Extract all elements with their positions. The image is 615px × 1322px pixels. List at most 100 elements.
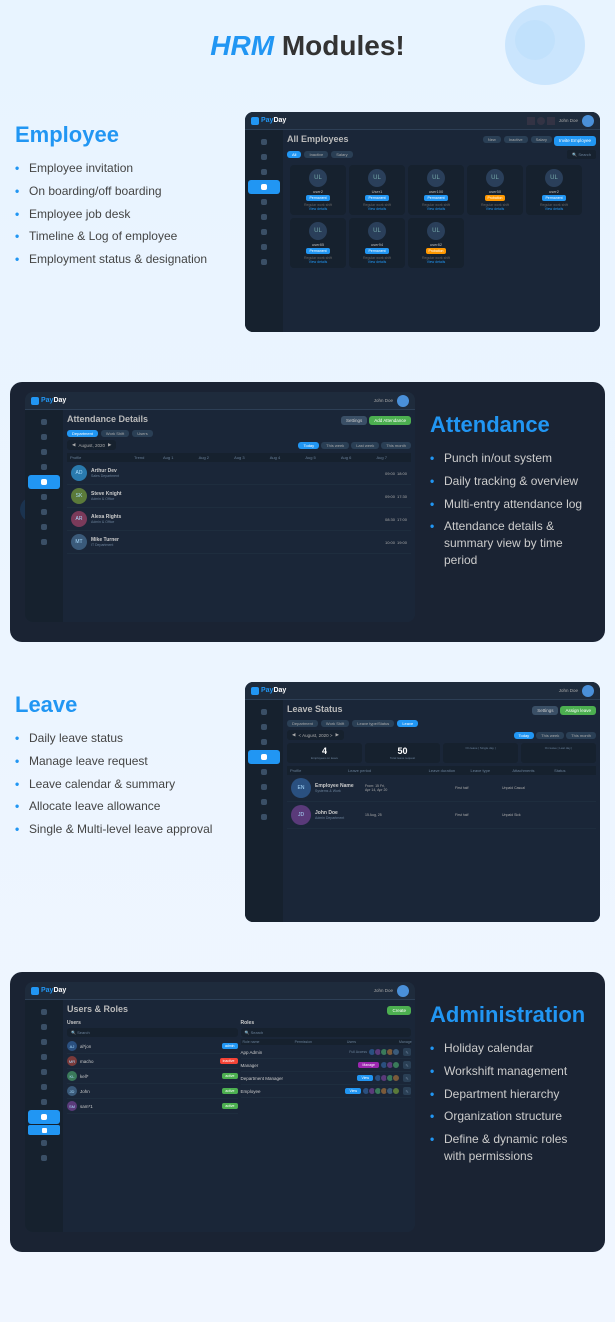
leave-today[interactable]: Today	[514, 732, 535, 739]
att-sidebar	[25, 410, 63, 622]
leave-type-2: Unpaid Sick	[502, 813, 545, 817]
emp-search-bar[interactable]: 🔍 Search	[567, 150, 596, 159]
admin-s-users-roles[interactable]	[28, 1125, 60, 1135]
emp-link-2[interactable]: View details	[412, 207, 460, 211]
att-row-3: AR Alexa Rights Admin & Office 08:3017:0…	[67, 508, 411, 531]
emp-link-6[interactable]: View details	[353, 260, 401, 264]
emp-link-4[interactable]: View details	[530, 207, 578, 211]
emp-link-5[interactable]: View details	[294, 260, 342, 264]
topbar-right: John Doe	[527, 115, 594, 127]
leave-month-label: < August, 2020 >	[298, 733, 332, 738]
att-feature-2: Multi-entry attendance log	[430, 496, 590, 513]
leave-s-2	[245, 720, 283, 734]
employee-text: Employee Employee invitation On boarding…	[15, 112, 245, 274]
employee-title: Employee	[15, 122, 235, 148]
leave-section: Leave Daily leave status Manage leave re…	[0, 672, 615, 942]
emp-name-0: user2	[294, 189, 342, 194]
filter-all[interactable]: All	[287, 151, 301, 158]
role-avatars-0	[370, 1048, 400, 1056]
tab-inactive[interactable]: Inactive	[504, 136, 528, 143]
att-add-btn[interactable]: Add Attendance	[369, 416, 411, 425]
emp-badge-0: Permanent	[306, 195, 329, 201]
att-month-selector[interactable]: ◀ August, 2020 ▶	[67, 440, 116, 450]
leave-tab-dept[interactable]: Department	[287, 720, 318, 727]
emp-name-6: user94	[353, 242, 401, 247]
att-settings-btn[interactable]: Settings	[341, 416, 367, 425]
emp-link-1[interactable]: View details	[353, 207, 401, 211]
admin-create-btn[interactable]: Create	[387, 1006, 411, 1015]
col-aug2: Aug 2	[199, 455, 231, 460]
admin-screen-body: Users & Roles Create Users 🔍 Search AJ a…	[25, 1000, 415, 1232]
emp-avatar-1: UL	[368, 169, 386, 187]
role-edit-1[interactable]: ✎	[403, 1061, 411, 1069]
admin-roles-search[interactable]: 🔍 Search	[241, 1028, 412, 1037]
att-s-employee	[25, 445, 63, 459]
att-s-attendance[interactable]	[28, 475, 60, 489]
admin-s-7	[25, 1095, 63, 1109]
emp-badge-2: Permanent	[424, 195, 447, 201]
user-badge-0: admin	[222, 1043, 238, 1049]
leave-stat-num-0: 4	[291, 746, 358, 756]
leave-row-2: JD John Doe Admin Department 15 Aug, 25 …	[287, 802, 596, 829]
sidebar-employee[interactable]	[248, 180, 280, 194]
att-tab-users[interactable]: Users	[132, 430, 152, 437]
user-avatar-2: KL	[67, 1071, 77, 1081]
leave-sidebar	[245, 700, 283, 922]
leave-settings-btn[interactable]: Settings	[532, 706, 558, 715]
attendance-section: PayDay John Doe	[10, 382, 605, 642]
att-today[interactable]: Today	[298, 442, 319, 449]
leave-user-name: John Doe	[559, 688, 578, 693]
user-name-display: John Doe	[559, 118, 578, 123]
leave-thismonth[interactable]: This month	[566, 732, 596, 739]
leave-tab-leave[interactable]: Leave	[397, 720, 418, 727]
admin-s-1	[25, 1005, 63, 1019]
att-thismonth[interactable]: This month	[381, 442, 411, 449]
feature-item: Employee invitation	[15, 160, 235, 177]
emp-link-0[interactable]: View details	[294, 207, 342, 211]
leave-topbar: PayDay John Doe	[245, 682, 600, 700]
admin-users-search[interactable]: 🔍 Search	[67, 1028, 238, 1037]
leave-emp-dept-1: Systems & Work	[315, 789, 358, 793]
role-name-1: Manager	[241, 1063, 356, 1068]
emp-btn-row: New Inactive Salary Invite Employee	[483, 136, 596, 146]
page-wrapper: HRM Modules! Employee Employee invitatio…	[0, 0, 615, 1322]
att-logo-icon	[31, 397, 39, 405]
leave-time-tabs: Today This week This month	[514, 732, 597, 739]
role-edit-2[interactable]: ✎	[403, 1074, 411, 1082]
emp-card-4: UL user2 Permanent Regular work shift Vi…	[526, 165, 582, 215]
leave-stat-1: 50 Total leave request	[365, 743, 440, 763]
emp-link-7[interactable]: View details	[412, 260, 460, 264]
emp-avatar-4: UL	[545, 169, 563, 187]
admin-s-8[interactable]	[28, 1110, 60, 1124]
feature-item: Timeline & Log of employee	[15, 228, 235, 245]
leave-feature-2: Leave calendar & summary	[15, 776, 235, 793]
att-thisweek[interactable]: This week	[321, 442, 349, 449]
admin-s-5	[25, 1065, 63, 1079]
att-lastweek[interactable]: Last week	[351, 442, 379, 449]
leave-tab-shift[interactable]: Work Shift	[321, 720, 349, 727]
title-rest: Modules!	[274, 30, 405, 61]
role-edit-3[interactable]: ✎	[403, 1087, 411, 1095]
filter-salary-f[interactable]: Salary	[331, 151, 352, 158]
leave-prev-icon: ◀	[292, 732, 295, 738]
sidebar-payslip	[245, 225, 283, 239]
leave-thisweek[interactable]: This week	[536, 732, 564, 739]
att-tab-dept[interactable]: Department	[67, 430, 98, 437]
role-edit-0[interactable]: ✎	[403, 1048, 411, 1056]
emp-avatar-6: UL	[368, 222, 386, 240]
leave-tab-type[interactable]: Leave type/Status	[352, 720, 394, 727]
leave-avatar-1: EN	[291, 778, 311, 798]
leave-assign-btn[interactable]: Assign leave	[560, 706, 596, 715]
att-tab-shift[interactable]: Work Shift	[101, 430, 129, 437]
leave-s-4[interactable]	[248, 750, 280, 764]
emp-badge-3: Probation	[485, 195, 506, 201]
att-emp-dept-1: Sales Department	[91, 474, 381, 478]
leave-col-period: Leave period	[348, 768, 426, 773]
tab-salary[interactable]: Salary	[531, 136, 552, 143]
leave-month-selector[interactable]: ◀ < August, 2020 > ▶	[287, 730, 344, 740]
tab-new[interactable]: New	[483, 136, 501, 143]
invite-employee-btn[interactable]: Invite Employee	[554, 136, 596, 146]
user-badge-3: active	[222, 1088, 237, 1094]
emp-link-3[interactable]: View details	[471, 207, 519, 211]
filter-inactive[interactable]: Inactive	[304, 151, 328, 158]
